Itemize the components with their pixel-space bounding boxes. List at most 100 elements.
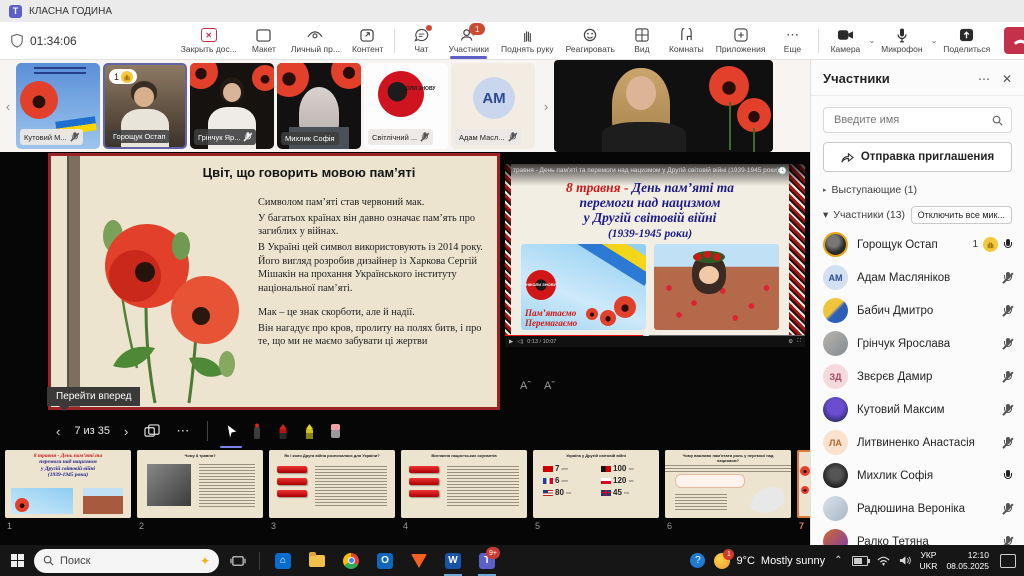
slide-grid-button[interactable] [136,417,168,445]
filmstrip-thumb-3[interactable]: Як і коли Друга війна розпочалася для Ук… [269,450,395,518]
pen-tool[interactable] [270,417,296,445]
mute-all-button[interactable]: Отключить все мик... [911,206,1012,224]
video-tile-mykhlyk[interactable]: Михлик Софія [277,63,361,149]
participant-row[interactable]: Радюшина Вероніка [811,492,1024,525]
language-indicator[interactable]: УКР UKR [920,550,938,571]
video-watch-later-icon[interactable]: 🕓 [778,167,787,175]
video-tile-svitlichnyi[interactable]: НІКОЛИ ЗНОВУ Світлічний ... [364,63,448,149]
help-icon[interactable]: ? [690,553,705,568]
filmstrip-thumb-6[interactable]: Чому важливо пам’ятати роль у перемозі н… [665,450,791,518]
slide-title: Цвіт, що говорить мовою пам’яті [141,165,477,180]
participant-row[interactable]: Михлик Софія [811,459,1024,492]
start-button[interactable] [0,545,34,576]
toolbar-button-share[interactable]: Поделиться [937,23,996,59]
toolbar-button-content[interactable]: Контент [346,23,390,59]
cursor-tool[interactable] [218,417,244,445]
toolbar-button-rooms[interactable]: Комнаты [663,23,710,59]
mic-chevron[interactable]: ⌄ [931,36,938,45]
memory-poster-image: НІКОЛИ ЗНОВУ Пам’ятаємо Перемагаємо [521,244,646,330]
clock[interactable]: 12:10 08.05.2025 [946,550,989,571]
fullscreen-icon[interactable]: ⛶ [797,338,801,345]
camera-chevron[interactable]: ⌄ [868,36,875,45]
avatar [823,232,848,257]
toolbar-button-more[interactable]: ⋯ Еще [771,23,813,59]
strip-prev-arrow[interactable]: ‹ [0,99,16,114]
toolbar-button-view[interactable]: Вид [621,23,663,59]
volume-icon[interactable] [899,555,911,566]
participant-row[interactable]: АМ Адам Масляніков [811,261,1024,294]
strip-next-arrow[interactable]: › [538,99,554,114]
participant-search[interactable] [823,107,1012,133]
search-input[interactable] [832,113,986,127]
weather-widget[interactable]: 1 9°C Mostly sunny [714,553,825,569]
video-tile-grinchuk[interactable]: Грінчук Яр... [190,63,274,149]
laser-pointer-tool[interactable] [244,417,270,445]
settings-gear-icon[interactable]: ⚙ [788,339,793,345]
taskbar-app-outlook[interactable]: O [368,545,402,576]
tray-chevron-up-icon[interactable]: ⌃ [834,555,842,566]
taskbar-search[interactable]: Поиск ✦ [34,549,219,573]
participant-row[interactable]: Грінчук Ярослава [811,327,1024,360]
wifi-icon[interactable] [877,556,890,566]
volume-icon[interactable]: ◁) [517,339,523,345]
play-icon[interactable]: ▶ [509,339,513,345]
toolbar-button-camera[interactable]: Камера [824,23,866,59]
filmstrip-slot-5[interactable]: Україна у Другій світовій війні 7млн 100… [533,450,659,542]
filmstrip-thumb-1[interactable]: 8 травня - День пам’яті та перемоги над … [5,450,131,518]
taskbar-app-explorer[interactable] [300,545,334,576]
filmstrip-slot-4[interactable]: Вигнання нацистських окупантів 4 [401,450,527,542]
toolbar-button-private-view[interactable]: Личный пр... [285,23,346,59]
send-invite-button[interactable]: Отправка приглашения [823,142,1012,172]
toolbar-button-chat[interactable]: Чат [400,23,442,59]
filmstrip-slot-3[interactable]: Як і коли Друга війна розпочалася для Ук… [269,450,395,542]
taskbar-app-teams[interactable]: T 9+ [470,545,504,576]
eraser-tool[interactable] [322,417,348,445]
video-controls[interactable]: ▶ ◁) 0:13 / 10:07 ⚙ ⛶ [505,336,805,347]
presenter-video[interactable] [554,60,773,152]
taskbar-app-chrome[interactable] [334,545,368,576]
participant-row[interactable]: Кутовий Максим [811,393,1024,426]
initials-avatar: AM [473,77,515,119]
participant-row[interactable]: Бабич Дмитро [811,294,1024,327]
more-tools-button[interactable]: ⋯ [168,417,197,445]
panel-close-icon[interactable]: ✕ [1002,72,1012,86]
taskbar-app-word[interactable]: W [436,545,470,576]
font-increase-button[interactable]: Aˆ [520,380,531,392]
toolbar-button-participants[interactable]: 1 Участники [442,23,495,59]
filmstrip-slot-1[interactable]: 8 травня - День пам’яті та перемоги над … [5,450,131,542]
task-view-button[interactable] [223,554,253,568]
filmstrip-slot-6[interactable]: Чому важливо пам’ятати роль у перемозі н… [665,450,791,542]
battery-icon[interactable] [852,556,868,566]
weather-sun-icon: 1 [714,553,730,569]
speakers-section-header[interactable]: ▸ Выступающие (1) [823,184,1012,196]
next-slide-button[interactable]: › [116,417,136,445]
toolbar-button-layout[interactable]: Макет [243,23,285,59]
filmstrip-thumb-2[interactable]: Чому 8 травня? [137,450,263,518]
toolbar-button-close-document[interactable]: ✕ Закрыть дос... [175,23,243,59]
taskbar-app-brave[interactable] [402,545,436,576]
leave-button[interactable]: Выйти ⌄ [1004,27,1024,54]
participant-row[interactable]: ЗД Звєрєв Дамир [811,360,1024,393]
toolbar-button-mic[interactable]: Микрофон [875,23,928,59]
hang-up-icon [1013,37,1024,45]
attendees-section-header: ▾Участники (13) Отключить все мик... [823,206,1012,224]
panel-more-icon[interactable]: ⋯ [978,72,990,86]
video-tile-goroshchuk[interactable]: 1 Горощук Остап [103,63,187,149]
prev-slide-button[interactable]: ‹ [48,417,68,445]
filmstrip-thumb-4[interactable]: Вигнання нацистських окупантів [401,450,527,518]
video-tile-maslianikov[interactable]: AM Адам Масл... [451,63,535,149]
notification-center-icon[interactable] [1000,554,1016,568]
video-slide-title: 8 травня - День пам’яті та перемоги над … [511,180,789,241]
toolbar-button-raise-hand[interactable]: Поднять руку [495,23,560,59]
filmstrip-slot-2[interactable]: Чому 8 травня? 2 [137,450,263,542]
highlighter-tool[interactable] [296,417,322,445]
taskbar-app-store[interactable]: ⌂ [266,545,300,576]
participant-row[interactable]: ЛА Литвиненко Анастасія [811,426,1024,459]
filmstrip-thumb-5[interactable]: Україна у Другій світовій війні 7млн 100… [533,450,659,518]
video-tile-kutoviy[interactable]: Кутовий М... [16,63,100,149]
participant-row[interactable]: Горощук Остап 1 [811,228,1024,261]
toolbar-button-apps[interactable]: Приложения [710,23,772,59]
video-player[interactable]: 8 травня - День пам’яті та перемоги над … [505,164,805,347]
font-decrease-button[interactable]: Aˇ [544,380,555,392]
toolbar-button-react[interactable]: Реагировать [560,23,621,59]
